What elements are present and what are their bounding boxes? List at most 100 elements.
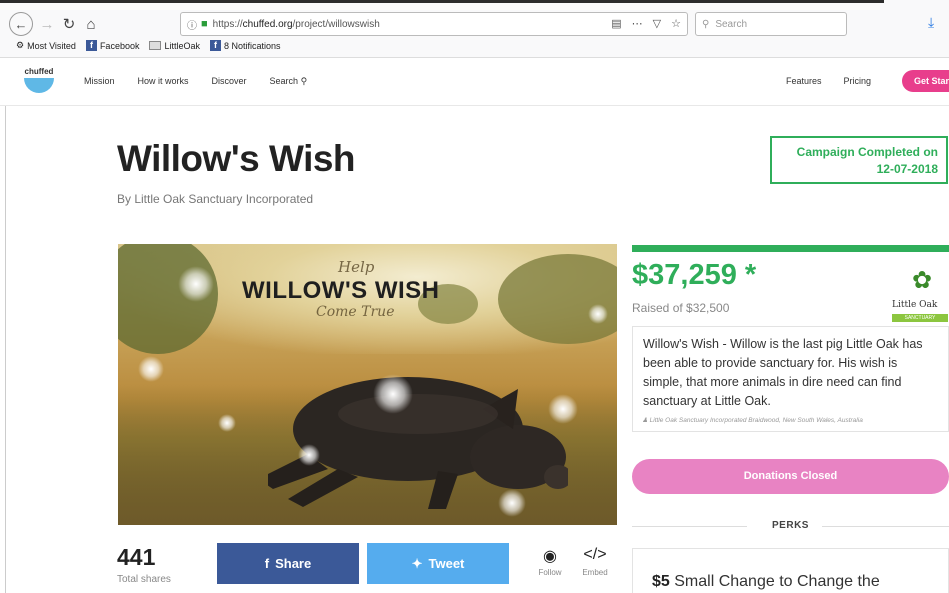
hero-help-text: Help bbox=[338, 258, 375, 276]
hero-subtitle: Come True bbox=[316, 304, 395, 320]
bookmark-star-icon[interactable]: ☆ bbox=[671, 17, 681, 30]
share-count: 441 bbox=[117, 544, 156, 570]
bokeh-light bbox=[373, 374, 413, 414]
back-button[interactable]: ← bbox=[9, 12, 33, 36]
embed-button[interactable]: </> Embed bbox=[578, 546, 612, 577]
donate-button[interactable]: Donations Closed bbox=[632, 459, 949, 494]
pig-illustration bbox=[268, 377, 568, 509]
bookmark-label: 8 Notifications bbox=[224, 40, 281, 51]
eye-icon: ◉ bbox=[543, 548, 557, 565]
bookmark-label: Most Visited bbox=[27, 40, 76, 51]
bokeh-light bbox=[498, 489, 526, 517]
bookmark-most-visited[interactable]: ⚙ Most Visited bbox=[16, 40, 76, 51]
page-title: Willow's Wish bbox=[117, 138, 356, 179]
more-actions-icon[interactable]: ⋯ bbox=[632, 17, 643, 30]
follow-button[interactable]: ◉ Follow bbox=[535, 546, 565, 577]
logo-name: Little Oak bbox=[892, 300, 938, 310]
share-count-label: Total shares bbox=[117, 574, 171, 585]
chuffed-logo[interactable]: chuffed bbox=[24, 67, 54, 93]
home-button[interactable]: ⌂ bbox=[80, 13, 102, 35]
embed-label: Embed bbox=[582, 568, 608, 577]
home-icon: ⌂ bbox=[86, 15, 96, 33]
url-path: /project/willowswish bbox=[292, 18, 380, 30]
arrow-right-icon: → bbox=[39, 15, 55, 33]
nav-discover[interactable]: Discover bbox=[212, 76, 247, 87]
browser-search-input[interactable]: ⚲ Search bbox=[695, 12, 847, 36]
logo-text: chuffed bbox=[24, 67, 54, 76]
bookmarks-bar: ⚙ Most Visited f Facebook LittleOak f8 Not… bbox=[16, 40, 281, 51]
bokeh-light bbox=[138, 356, 164, 382]
byline: By Little Oak Sanctuary Incorporated bbox=[117, 192, 314, 206]
reload-icon: ↻ bbox=[62, 16, 76, 33]
nav-features[interactable]: Features bbox=[786, 76, 822, 86]
perk-title: $5 Small Change to Change the bbox=[652, 573, 880, 591]
pocket-icon[interactable]: ▽ bbox=[653, 17, 661, 30]
lock-icon: ■ bbox=[201, 18, 208, 30]
gear-icon: ⚙ bbox=[16, 40, 25, 50]
follow-label: Follow bbox=[538, 568, 562, 577]
status-line-2: 12-07-2018 bbox=[876, 162, 938, 176]
get-started-button[interactable]: Get Start bbox=[902, 70, 949, 92]
page-border bbox=[5, 106, 6, 593]
forward-button[interactable]: → bbox=[36, 13, 58, 35]
window-edge bbox=[0, 0, 884, 3]
perks-heading: PERKS bbox=[772, 520, 809, 531]
bokeh-light bbox=[588, 304, 608, 324]
bookmark-label: LittleOak bbox=[164, 40, 200, 51]
nav-search[interactable]: Search ⚲ bbox=[270, 76, 308, 87]
nav-search-label: Search bbox=[269, 76, 299, 86]
search-icon: ⚲ bbox=[702, 18, 710, 30]
site-header: chuffed Mission How it works Discover Se… bbox=[0, 58, 949, 106]
arrow-left-icon: ← bbox=[14, 16, 28, 32]
campaign-status-badge: Campaign Completed on 12-07-2018 bbox=[770, 136, 948, 184]
status-line-1: Campaign Completed on bbox=[796, 145, 938, 159]
bokeh-light bbox=[548, 394, 578, 424]
facebook-share-button[interactable]: f Share bbox=[217, 543, 359, 584]
info-icon[interactable]: ⓘ bbox=[187, 17, 197, 32]
share-label: Share bbox=[275, 556, 312, 571]
little-oak-logo: ✿ Little Oak SANCTUARY bbox=[892, 262, 948, 326]
hero-title: WILLOW'S WISH bbox=[242, 277, 440, 304]
reader-view-icon[interactable]: ▤ bbox=[611, 17, 621, 30]
perk-amount: $5 bbox=[652, 573, 670, 590]
reload-button[interactable]: ↻ bbox=[58, 13, 80, 35]
campaign-meta: ♟ Little Oak Sanctuary Incorporated Brai… bbox=[642, 416, 863, 424]
bokeh-light bbox=[178, 266, 214, 302]
bokeh-light bbox=[298, 444, 320, 466]
main-nav: Mission How it works Discover Search ⚲ bbox=[84, 76, 307, 87]
funding-target: Raised of $32,500 bbox=[632, 301, 730, 315]
nav-how-it-works[interactable]: How it works bbox=[138, 76, 189, 87]
bookmark-label: Facebook bbox=[99, 40, 140, 51]
funding-progress-bar bbox=[632, 245, 949, 252]
bokeh-light bbox=[218, 414, 236, 432]
nav-mission[interactable]: Mission bbox=[84, 76, 115, 87]
hero-image: Help WILLOW'S WISH Come True bbox=[118, 244, 617, 525]
user-icon: ♟ bbox=[642, 417, 648, 424]
download-icon[interactable]: ⤓ bbox=[928, 14, 934, 31]
search-icon: ⚲ bbox=[300, 76, 308, 86]
bookmark-facebook[interactable]: f Facebook bbox=[85, 40, 140, 51]
browser-chrome: ← → ↻ ⌂ ⓘ ■ https://chuffed.org/project/… bbox=[0, 0, 949, 58]
sprout-icon: ✿ bbox=[912, 267, 933, 294]
search-placeholder: Search bbox=[715, 18, 748, 30]
amount-raised: $37,259 * bbox=[632, 259, 757, 291]
folder-icon bbox=[149, 41, 162, 50]
facebook-icon: f bbox=[264, 556, 270, 571]
tweet-button[interactable]: ✦ Tweet bbox=[367, 543, 509, 584]
perk-name: Small Change to Change the bbox=[674, 573, 880, 590]
logo-band: SANCTUARY bbox=[892, 314, 948, 322]
perks-divider: PERKS bbox=[632, 520, 949, 534]
meta-text: Little Oak Sanctuary Incorporated Braidw… bbox=[649, 417, 863, 424]
url-protocol: https:// bbox=[212, 18, 243, 30]
bookmark-notifications[interactable]: f8 Notifications bbox=[210, 40, 281, 51]
tweet-label: Tweet bbox=[428, 556, 465, 571]
code-icon: </> bbox=[583, 546, 607, 563]
twitter-icon: ✦ bbox=[411, 555, 423, 571]
url-bar[interactable]: ⓘ ■ https://chuffed.org/project/willowsw… bbox=[180, 12, 688, 36]
facebook-icon: f bbox=[85, 40, 97, 51]
url-host: chuffed.org bbox=[242, 18, 293, 30]
right-nav: Features Pricing bbox=[786, 76, 871, 86]
bookmark-littleoak[interactable]: LittleOak bbox=[149, 41, 200, 51]
nav-pricing[interactable]: Pricing bbox=[844, 76, 872, 86]
logo-bowl-icon bbox=[24, 78, 54, 93]
